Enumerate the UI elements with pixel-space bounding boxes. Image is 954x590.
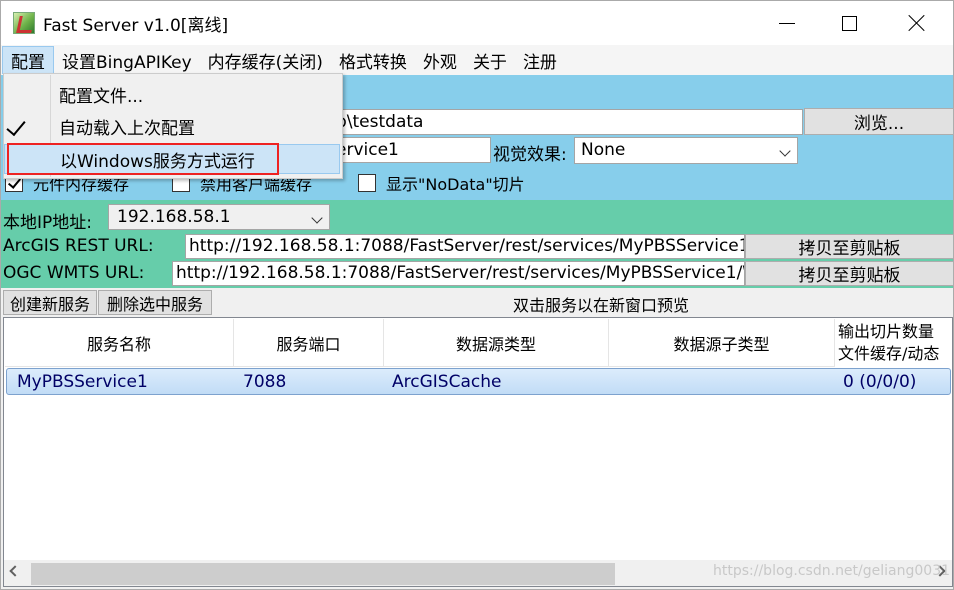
show-nodata-label: 显示"NoData"切片 [386, 175, 525, 194]
preview-hint: 双击服务以在新窗口预览 [513, 296, 690, 315]
menu-about[interactable]: 关于 [465, 46, 515, 74]
menu-item-config-file[interactable]: 配置文件... [4, 79, 340, 109]
menu-format-convert[interactable]: 格式转换 [331, 46, 415, 74]
show-nodata-checkbox[interactable] [358, 174, 376, 192]
column-source-type[interactable]: 数据源类型 [384, 319, 609, 367]
minimize-button[interactable] [757, 1, 817, 45]
app-icon [13, 12, 35, 34]
service-name-input[interactable]: ervice1 [331, 137, 491, 163]
close-button[interactable] [887, 1, 947, 45]
title-bar: Fast Server v1.0[离线] [1, 1, 953, 45]
local-ip-label: 本地IP地址: [3, 213, 92, 233]
highlight-box [7, 143, 279, 175]
menu-memory-cache[interactable]: 内存缓存(关闭) [200, 46, 331, 74]
cell-service-port: 7088 [243, 372, 287, 392]
copy-arcgis-url-button[interactable]: 拷贝至剪贴板 [745, 234, 954, 259]
column-output-tiles[interactable]: 输出切片数量 文件缓存/动态 [835, 319, 953, 367]
local-ip-value: 192.168.58.1 [117, 207, 231, 227]
maximize-button[interactable] [819, 1, 879, 45]
cell-output-tiles: 0 (0/0/0) [843, 372, 917, 392]
create-service-button[interactable]: 创建新服务 [3, 290, 97, 315]
menu-register[interactable]: 注册 [515, 46, 565, 74]
close-icon [908, 14, 926, 32]
menu-bing-api-key[interactable]: 设置BingAPIKey [54, 46, 200, 74]
minimize-icon [779, 22, 795, 24]
ogc-wmts-url-label: OGC WMTS URL: [3, 263, 145, 283]
delete-service-button[interactable]: 删除选中服务 [98, 290, 212, 315]
watermark: https://blog.csdn.net/geliang0031 [713, 563, 951, 579]
data-path-input[interactable]: p\testdata [331, 109, 803, 135]
visual-effect-value: None [581, 140, 626, 160]
visual-effect-select[interactable]: None [574, 137, 798, 164]
column-service-name[interactable]: 服务名称 [5, 319, 234, 367]
browse-button[interactable]: 浏览... [804, 108, 954, 135]
column-output-tiles-line1: 输出切片数量 [838, 322, 935, 341]
cell-source-type: ArcGISCache [392, 372, 502, 392]
ogc-wmts-url-input[interactable]: http://192.168.58.1:7088/FastServer/rest… [172, 261, 745, 286]
maximize-icon [841, 15, 857, 31]
nodata-checkbox-row[interactable]: 显示"NoData"切片 [358, 171, 525, 195]
app-window: Fast Server v1.0[离线] 配置 设置BingAPIKey 内存缓… [0, 0, 954, 590]
menu-config[interactable]: 配置 [2, 46, 54, 74]
cell-service-name: MyPBSService1 [17, 372, 148, 392]
column-service-port[interactable]: 服务端口 [234, 319, 384, 367]
local-ip-select[interactable]: 192.168.58.1 [108, 204, 330, 230]
arcgis-rest-url-label: ArcGIS REST URL: [3, 236, 154, 256]
copy-ogc-url-button[interactable]: 拷贝至剪贴板 [745, 261, 954, 286]
menu-bar: 配置 设置BingAPIKey 内存缓存(关闭) 格式转换 外观 关于 注册 [1, 45, 953, 75]
arcgis-rest-url-input[interactable]: http://192.168.58.1:7088/FastServer/rest… [185, 234, 745, 259]
window-title: Fast Server v1.0[离线] [43, 16, 229, 36]
menu-item-auto-load[interactable]: 自动载入上次配置 [4, 111, 340, 141]
scrollbar-thumb[interactable] [31, 563, 615, 585]
column-output-tiles-line2: 文件缓存/动态 [838, 344, 940, 363]
menu-appearance[interactable]: 外观 [415, 46, 465, 74]
column-source-subtype[interactable]: 数据源子类型 [609, 319, 835, 367]
chevron-down-icon [779, 145, 791, 157]
chevron-down-icon [311, 212, 323, 224]
visual-effect-label: 视觉效果: [493, 145, 567, 165]
